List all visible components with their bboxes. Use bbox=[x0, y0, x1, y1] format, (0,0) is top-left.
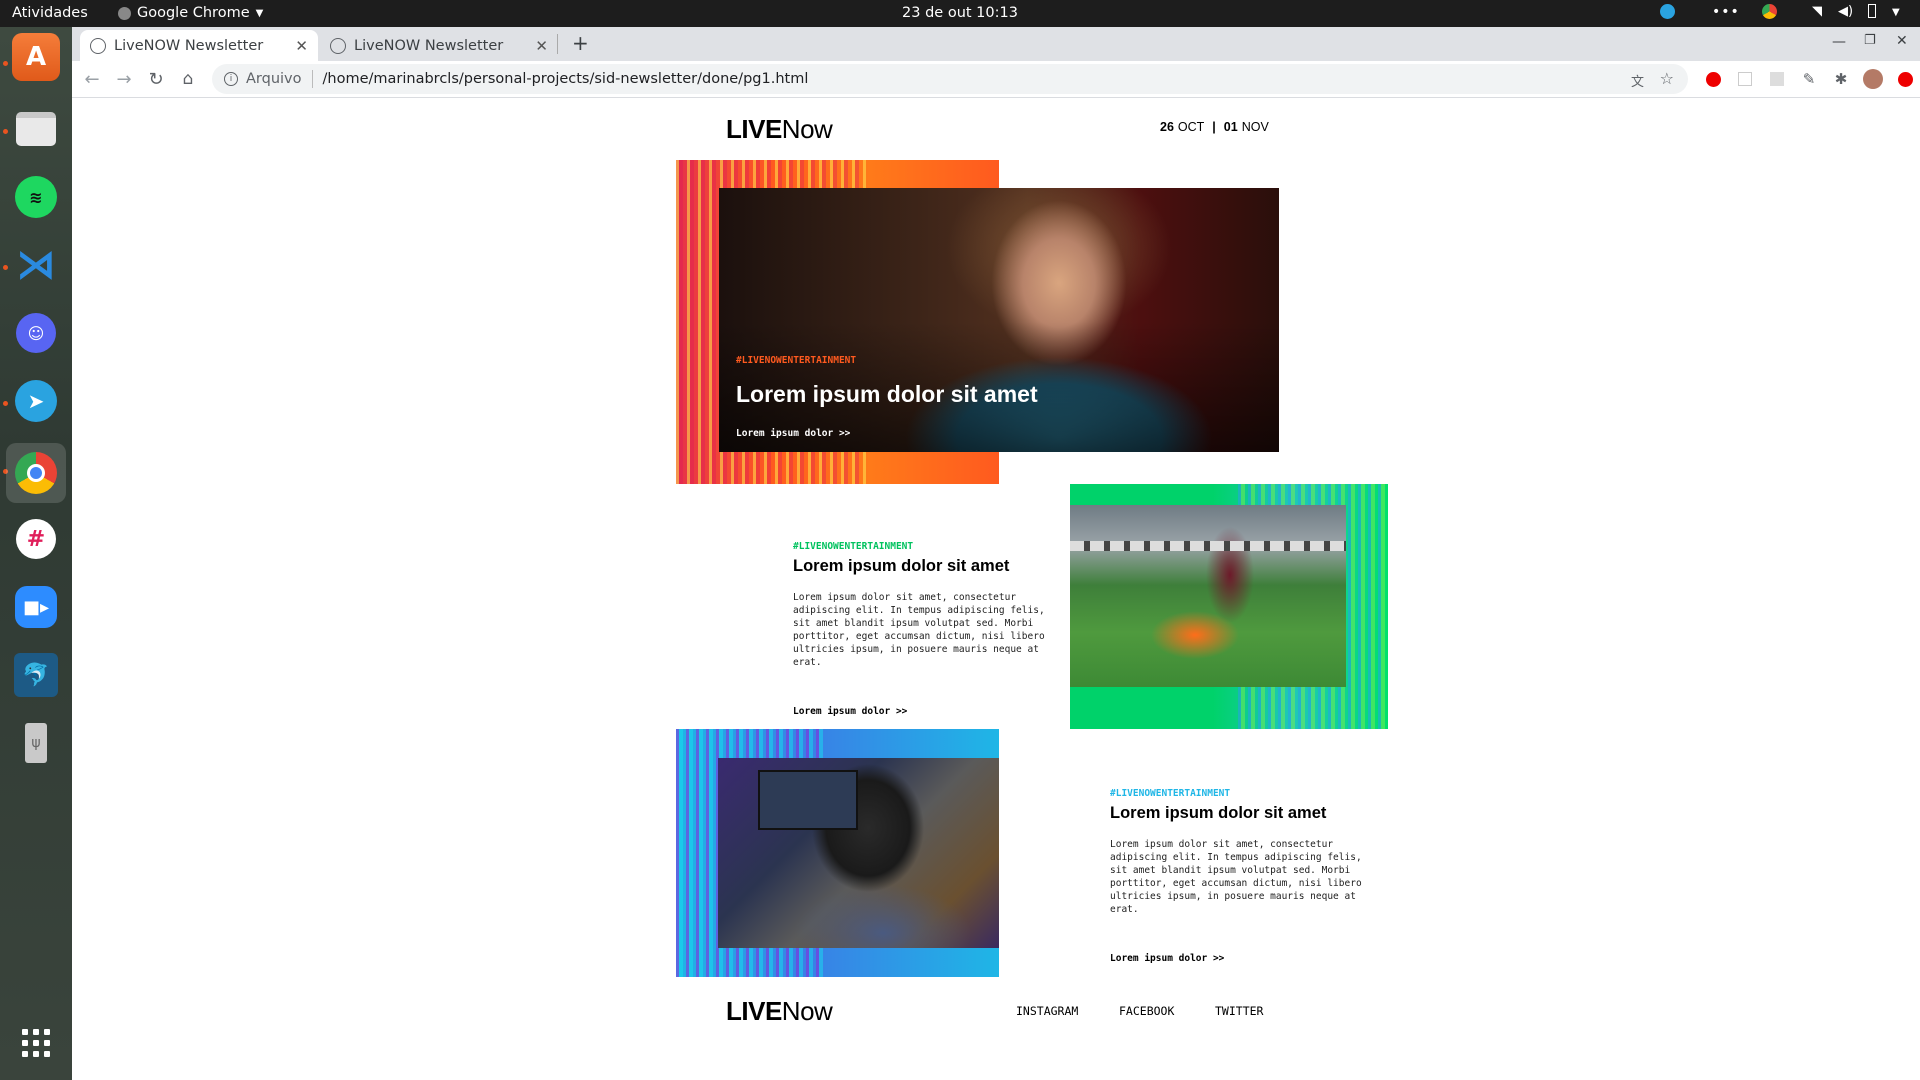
extensions-puzzle-icon[interactable]: ✱ bbox=[1831, 69, 1851, 89]
newsletter-logo[interactable]: LIVENow bbox=[726, 114, 833, 145]
system-menu-caret-icon[interactable]: ▼ bbox=[1892, 7, 1900, 18]
date-separator: | bbox=[1212, 120, 1216, 134]
spotify-icon[interactable]: ≋ bbox=[12, 173, 60, 221]
usb-drive-icon[interactable]: ψ bbox=[12, 719, 60, 767]
studio-monitor bbox=[758, 770, 858, 830]
tab-label: LiveNOW Newsletter bbox=[114, 37, 264, 54]
logo-now-text: Now bbox=[781, 996, 833, 1026]
close-tab-icon[interactable]: ✕ bbox=[535, 37, 548, 55]
home-icon[interactable]: ⌂ bbox=[178, 69, 198, 89]
date-day-end: 01 bbox=[1223, 120, 1238, 134]
telegram-tray-icon[interactable] bbox=[1660, 4, 1675, 19]
hero-image[interactable]: #LIVENOWENTERTAINMENT Lorem ipsum dolor … bbox=[719, 188, 1279, 452]
url-text[interactable]: /home/marinabrcls/personal-projects/sid-… bbox=[323, 71, 809, 87]
eyedropper-icon[interactable]: ✎ bbox=[1799, 69, 1819, 89]
tab-divider bbox=[557, 34, 558, 54]
telegram-icon[interactable]: ➤ bbox=[12, 377, 60, 425]
sport-body: Lorem ipsum dolor sit amet, consectetur … bbox=[793, 592, 1045, 668]
chrome-icon[interactable] bbox=[6, 443, 66, 503]
scheme-label: Arquivo bbox=[246, 71, 302, 87]
browser-window: LiveNOW Newsletter ✕ LiveNOW Newsletter … bbox=[72, 27, 1920, 1080]
tab-label: LiveNOW Newsletter bbox=[354, 37, 504, 54]
logo-now-text: Now bbox=[781, 114, 833, 144]
running-indicator bbox=[3, 129, 8, 134]
hero-tag[interactable]: #LIVENOWENTERTAINMENT bbox=[736, 355, 856, 366]
browser-toolbar: ← → ↻ ⌂ i Arquivo /home/marinabrcls/pers… bbox=[72, 61, 1920, 98]
sport-read-more-link[interactable]: Lorem ipsum dolor >> bbox=[793, 706, 907, 717]
more-tray-icon[interactable]: ••• bbox=[1712, 4, 1740, 20]
dock: A ≋ ⋊ ☺ ➤ # ■▸ 🐬 ψ bbox=[0, 27, 72, 1080]
issue-dates: 26 OCT | 01 NOV bbox=[1160, 120, 1269, 134]
reload-icon[interactable]: ↻ bbox=[146, 69, 166, 90]
address-separator bbox=[311, 70, 313, 88]
discord-icon[interactable]: ☺ bbox=[12, 309, 60, 357]
page-viewport: LIVENow 26 OCT | 01 NOV #LIVENOWENTERTAI… bbox=[72, 98, 1920, 1080]
globe-icon bbox=[90, 37, 106, 54]
volume-icon[interactable]: ◀) bbox=[1838, 4, 1853, 19]
info-icon[interactable]: i bbox=[224, 72, 238, 86]
minimize-window-icon[interactable]: — bbox=[1832, 34, 1846, 50]
running-indicator bbox=[3, 61, 8, 66]
extension-blank-icon[interactable] bbox=[1735, 69, 1755, 89]
social-instagram-link[interactable]: INSTAGRAM bbox=[1016, 1004, 1078, 1018]
battery-icon[interactable] bbox=[1868, 4, 1876, 18]
social-twitter-link[interactable]: TWITTER bbox=[1215, 1004, 1263, 1018]
wifi-icon[interactable]: ◥ bbox=[1812, 4, 1822, 19]
date-month-end: NOV bbox=[1241, 120, 1269, 134]
tab-newsletter-1[interactable]: LiveNOW Newsletter ✕ bbox=[80, 30, 318, 61]
music-tag[interactable]: #LIVENOWENTERTAINMENT bbox=[1110, 788, 1230, 799]
music-title: Lorem ipsum dolor sit amet bbox=[1110, 804, 1327, 822]
translate-icon[interactable]: 文 bbox=[1631, 71, 1644, 90]
vscode-icon[interactable]: ⋊ bbox=[12, 241, 60, 289]
opera-extension-icon[interactable] bbox=[1703, 69, 1723, 89]
tab-strip: LiveNOW Newsletter ✕ LiveNOW Newsletter … bbox=[72, 27, 1920, 61]
tab-newsletter-2[interactable]: LiveNOW Newsletter ✕ bbox=[320, 30, 558, 61]
logo-live-text: LIVE bbox=[726, 996, 782, 1026]
ubuntu-software-icon[interactable]: A bbox=[12, 33, 60, 81]
social-facebook-link[interactable]: FACEBOOK bbox=[1119, 1004, 1174, 1018]
bookmark-star-icon[interactable]: ☆ bbox=[1660, 69, 1674, 88]
files-icon[interactable] bbox=[12, 105, 60, 153]
footer-logo[interactable]: LIVENow bbox=[726, 996, 833, 1027]
show-applications-icon[interactable] bbox=[12, 1019, 60, 1067]
globe-icon bbox=[330, 37, 346, 54]
music-read-more-link[interactable]: Lorem ipsum dolor >> bbox=[1110, 953, 1224, 964]
date-day-start: 26 bbox=[1160, 120, 1174, 134]
logo-live-text: LIVE bbox=[726, 114, 782, 144]
stadium-seats bbox=[1070, 541, 1346, 551]
restore-window-icon[interactable]: ❐ bbox=[1864, 33, 1876, 48]
sport-tag[interactable]: #LIVENOWENTERTAINMENT bbox=[793, 541, 913, 552]
extension-image-icon[interactable] bbox=[1767, 69, 1787, 89]
sport-title: Lorem ipsum dolor sit amet bbox=[793, 557, 1010, 575]
new-tab-icon[interactable]: + bbox=[572, 31, 589, 55]
forward-icon[interactable]: → bbox=[114, 69, 134, 90]
running-indicator bbox=[3, 265, 8, 270]
music-image[interactable] bbox=[718, 758, 999, 948]
date-month-start: OCT bbox=[1177, 120, 1205, 134]
close-window-icon[interactable]: ✕ bbox=[1896, 33, 1908, 49]
back-icon[interactable]: ← bbox=[82, 69, 102, 90]
chrome-tray-icon[interactable] bbox=[1762, 4, 1777, 19]
slack-icon[interactable]: # bbox=[12, 515, 60, 563]
profile-avatar[interactable] bbox=[1863, 69, 1883, 89]
hero-read-more-link[interactable]: Lorem ipsum dolor >> bbox=[736, 428, 850, 439]
close-tab-icon[interactable]: ✕ bbox=[295, 37, 308, 55]
system-top-bar: Atividades Google Chrome ▼ 23 de out 10:… bbox=[0, 0, 1920, 27]
update-menu-icon[interactable] bbox=[1895, 69, 1915, 89]
music-body: Lorem ipsum dolor sit amet, consectetur … bbox=[1110, 839, 1362, 915]
zoom-icon[interactable]: ■▸ bbox=[12, 583, 60, 631]
mysql-workbench-icon[interactable]: 🐬 bbox=[12, 651, 60, 699]
hero-title: Lorem ipsum dolor sit amet bbox=[736, 381, 1038, 407]
sport-image[interactable] bbox=[1070, 505, 1346, 687]
running-indicator bbox=[3, 401, 8, 406]
clock[interactable]: 23 de out 10:13 bbox=[0, 5, 1920, 21]
address-bar[interactable]: i Arquivo /home/marinabrcls/personal-pro… bbox=[212, 64, 1688, 94]
